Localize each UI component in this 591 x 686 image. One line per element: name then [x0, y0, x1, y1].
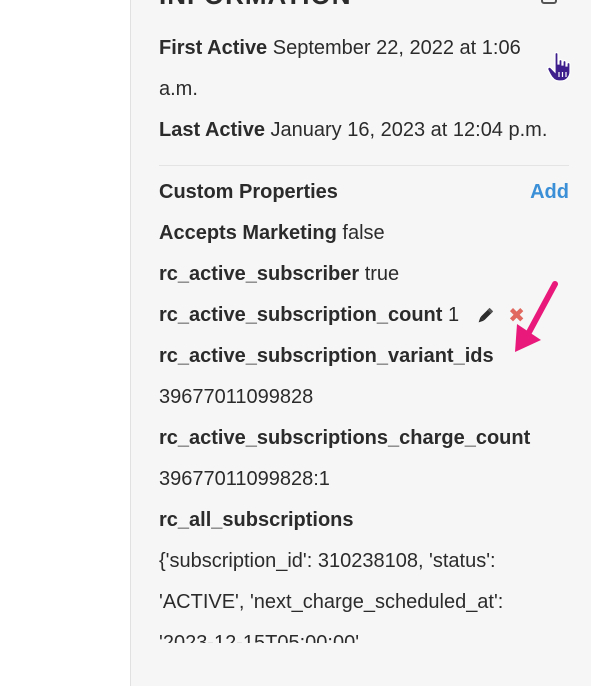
property-value-line: '2023-12-15T05:00:00' [159, 632, 360, 643]
arrow-icon [515, 281, 558, 352]
first-active-label: First Active [159, 37, 268, 59]
property-key: rc_active_subscription_count [159, 304, 443, 326]
add-property-link[interactable]: Add [530, 172, 569, 213]
last-active-label: Last Active [159, 119, 265, 141]
last-active-value: January 16, 2023 at 12:04 p.m. [270, 119, 548, 141]
property-key: rc_all_subscriptions [159, 509, 354, 531]
property-value-line: 39677011099828:1 [159, 468, 330, 490]
divider [159, 165, 569, 166]
property-key: rc_active_subscription_variant_ids [159, 345, 494, 367]
property-value-line: {'subscription_id': 310238108, 'status': [159, 550, 496, 572]
property-value-line: 39677011099828 [159, 386, 314, 408]
collapse-icon[interactable] [541, 0, 557, 4]
property-key: rc_active_subscriber [159, 263, 360, 285]
property-row-rc-active-subscriptions-charge-count: rc_active_subscriptions_charge_count [159, 418, 579, 459]
property-value: false [342, 222, 385, 244]
first-active-row: First Active September 22, 2022 at 1:06 … [159, 28, 549, 110]
property-row-rc-all-subscriptions: rc_all_subscriptions [159, 500, 579, 541]
property-value: 1 [448, 304, 460, 326]
section-heading: INFORMATION [159, 0, 352, 11]
property-key: Accepts Marketing [159, 222, 337, 244]
property-value: true [364, 263, 400, 285]
property-row-accepts-marketing: Accepts Marketing false [159, 213, 579, 254]
last-active-row: Last Active January 16, 2023 at 12:04 p.… [159, 110, 549, 151]
custom-properties-header: Custom Properties Add [159, 172, 569, 213]
pencil-icon[interactable] [475, 306, 495, 326]
property-key: rc_active_subscriptions_charge_count [159, 427, 531, 449]
custom-properties-title: Custom Properties [159, 181, 338, 203]
property-value-line: 'ACTIVE', 'next_charge_scheduled_at': [159, 591, 504, 613]
hand-cursor-icon [547, 51, 571, 82]
page: INFORMATION First Active September 22, 2… [0, 0, 591, 686]
